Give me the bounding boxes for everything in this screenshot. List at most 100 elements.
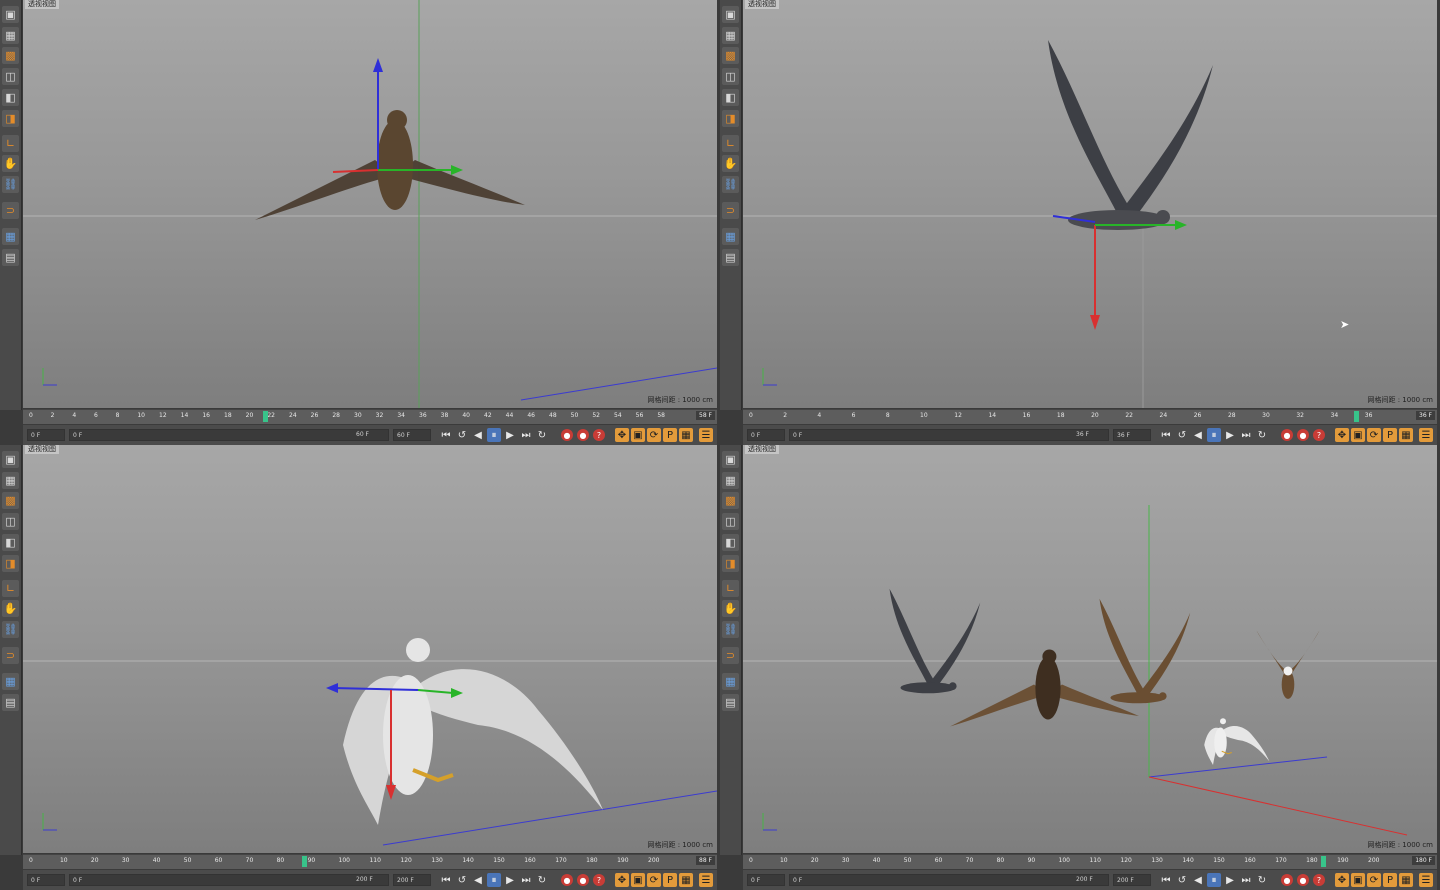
hand-icon[interactable]: ✋ — [722, 155, 739, 172]
timeline-menu-button[interactable]: ☰ — [1419, 873, 1433, 887]
box-orange-icon[interactable]: ◨ — [2, 555, 19, 572]
angle-icon[interactable]: ∟ — [722, 580, 739, 597]
box-icon[interactable]: ◫ — [2, 513, 19, 530]
next-frame-button[interactable]: ▶ — [1223, 428, 1237, 442]
help-key-button[interactable]: ? — [593, 429, 605, 441]
cube-icon[interactable]: ▣ — [2, 6, 19, 23]
loop-button[interactable]: ↻ — [1255, 873, 1269, 887]
box-orange-icon[interactable]: ◨ — [2, 110, 19, 127]
auto-key-button[interactable]: ● — [577, 874, 589, 886]
timeline-ruler[interactable]: 0 10 20 30 40 50 60 70 80 90 100 110 120 130 140 150 160… — [23, 854, 717, 869]
timeline-menu-button[interactable]: ☰ — [699, 873, 713, 887]
box-outline-icon[interactable]: ◧ — [2, 534, 19, 551]
record-keys-button[interactable]: ● — [561, 429, 573, 441]
checker-cube-icon[interactable]: ▦ — [2, 27, 19, 44]
grid-icon[interactable]: ▦ — [2, 673, 19, 690]
hand-icon[interactable]: ✋ — [2, 155, 19, 172]
grid-mode-button[interactable]: ▦ — [1399, 428, 1413, 442]
scale-mode-button[interactable]: ▣ — [631, 428, 645, 442]
playhead-marker[interactable] — [263, 411, 268, 422]
magnet-icon[interactable]: ⊃ — [2, 202, 19, 219]
go-to-end-button[interactable]: ⏭ — [519, 873, 533, 887]
angle-icon[interactable]: ∟ — [2, 135, 19, 152]
help-key-button[interactable]: ? — [1313, 874, 1325, 886]
timeline-ruler[interactable]: 0 2 4 6 8 10 12 14 16 18 20 22 24 26 28 30 32 34 36 38 40 42 4… — [23, 409, 717, 424]
pause-button[interactable]: ⏸ — [487, 873, 501, 887]
record-keys-button[interactable]: ● — [1281, 874, 1293, 886]
link-icon[interactable]: ⛓ — [2, 621, 19, 638]
record-key-button[interactable]: ↺ — [1175, 428, 1189, 442]
pause-button[interactable]: ⏸ — [1207, 873, 1221, 887]
3d-viewport[interactable]: 透视视图 网格间距 : 1000 cm — [23, 445, 717, 853]
box-icon[interactable]: ◫ — [2, 68, 19, 85]
hand-icon[interactable]: ✋ — [722, 600, 739, 617]
go-to-end-button[interactable]: ⏭ — [519, 428, 533, 442]
move-mode-button[interactable]: ✥ — [1335, 428, 1349, 442]
hand-icon[interactable]: ✋ — [2, 600, 19, 617]
grid-lock-icon[interactable]: ▤ — [2, 694, 19, 711]
playhead-marker[interactable] — [1321, 856, 1326, 867]
go-to-end-button[interactable]: ⏭ — [1239, 873, 1253, 887]
next-frame-button[interactable]: ▶ — [503, 873, 517, 887]
box-orange-icon[interactable]: ◨ — [722, 110, 739, 127]
timeline-ruler[interactable]: 0 2 4 6 8 10 12 14 16 18 20 22 24 26 28 30 32 34 36 36 F — [743, 409, 1437, 424]
loop-button[interactable]: ↻ — [535, 428, 549, 442]
preview-range-slider[interactable]: 0 F — [69, 429, 389, 441]
angle-icon[interactable]: ∟ — [2, 580, 19, 597]
end-frame-field[interactable]: 60 F — [393, 429, 431, 441]
help-key-button[interactable]: ? — [593, 874, 605, 886]
previous-frame-button[interactable]: ◀ — [1191, 428, 1205, 442]
timeline-menu-button[interactable]: ☰ — [1419, 428, 1433, 442]
cube-icon[interactable]: ▣ — [2, 451, 19, 468]
pause-button[interactable]: ⏸ — [487, 428, 501, 442]
3d-viewport[interactable]: 透视视图 网格间距 : 1000 cm — [743, 445, 1437, 853]
param-mode-button[interactable]: P — [663, 873, 677, 887]
preview-range-slider[interactable]: 0 F — [69, 874, 389, 886]
rotate-mode-button[interactable]: ⟳ — [1367, 873, 1381, 887]
loop-button[interactable]: ↻ — [1255, 428, 1269, 442]
loop-button[interactable]: ↻ — [535, 873, 549, 887]
grid-lock-icon[interactable]: ▤ — [722, 694, 739, 711]
go-to-start-button[interactable]: ⏮ — [1159, 428, 1173, 442]
rotate-mode-button[interactable]: ⟳ — [647, 428, 661, 442]
link-icon[interactable]: ⛓ — [722, 176, 739, 193]
scale-mode-button[interactable]: ▣ — [1351, 428, 1365, 442]
rotate-mode-button[interactable]: ⟳ — [1367, 428, 1381, 442]
go-to-start-button[interactable]: ⏮ — [439, 873, 453, 887]
record-keys-button[interactable]: ● — [561, 874, 573, 886]
param-mode-button[interactable]: P — [1383, 428, 1397, 442]
checker-cube-icon[interactable]: ▦ — [2, 472, 19, 489]
go-to-start-button[interactable]: ⏮ — [1159, 873, 1173, 887]
go-to-end-button[interactable]: ⏭ — [1239, 428, 1253, 442]
cube-icon[interactable]: ▣ — [722, 451, 739, 468]
record-keys-button[interactable]: ● — [1281, 429, 1293, 441]
magnet-icon[interactable]: ⊃ — [722, 202, 739, 219]
grid-mode-button[interactable]: ▦ — [679, 873, 693, 887]
auto-key-button[interactable]: ● — [1297, 874, 1309, 886]
grid-lock-icon[interactable]: ▤ — [2, 249, 19, 266]
hatch-cube-icon[interactable]: ▩ — [722, 47, 739, 64]
rotate-mode-button[interactable]: ⟳ — [647, 873, 661, 887]
playhead-marker[interactable] — [1353, 411, 1359, 422]
next-frame-button[interactable]: ▶ — [1223, 873, 1237, 887]
checker-cube-icon[interactable]: ▦ — [722, 27, 739, 44]
auto-key-button[interactable]: ● — [1297, 429, 1309, 441]
magnet-icon[interactable]: ⊃ — [722, 647, 739, 664]
timeline-menu-button[interactable]: ☰ — [699, 428, 713, 442]
record-key-button[interactable]: ↺ — [455, 428, 469, 442]
next-frame-button[interactable]: ▶ — [503, 428, 517, 442]
playhead-marker[interactable] — [302, 856, 307, 867]
box-outline-icon[interactable]: ◧ — [722, 534, 739, 551]
move-mode-button[interactable]: ✥ — [615, 428, 629, 442]
grid-mode-button[interactable]: ▦ — [1399, 873, 1413, 887]
grid-lock-icon[interactable]: ▤ — [722, 249, 739, 266]
preview-range-slider[interactable]: 0 F — [789, 429, 1109, 441]
pause-button[interactable]: ⏸ — [1207, 428, 1221, 442]
angle-icon[interactable]: ∟ — [722, 135, 739, 152]
start-frame-field[interactable]: 0 F — [747, 874, 785, 886]
box-outline-icon[interactable]: ◧ — [722, 89, 739, 106]
previous-frame-button[interactable]: ◀ — [1191, 873, 1205, 887]
move-mode-button[interactable]: ✥ — [1335, 873, 1349, 887]
param-mode-button[interactable]: P — [1383, 873, 1397, 887]
end-frame-field[interactable]: 200 F — [393, 874, 431, 886]
